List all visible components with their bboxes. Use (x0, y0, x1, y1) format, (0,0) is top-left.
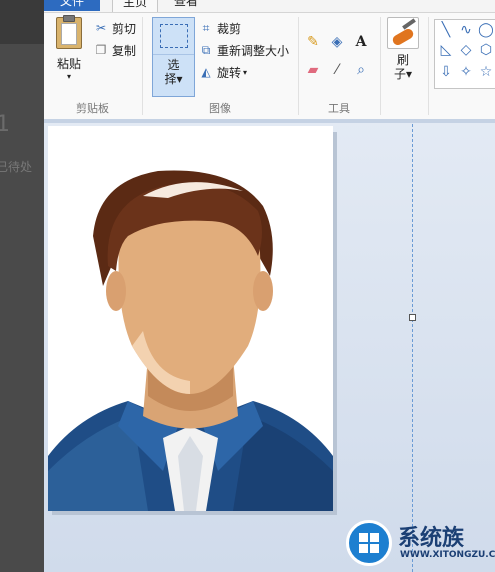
clipboard-group: 粘贴 ▾ ✂ 剪切 ❐ 复制 剪贴板 (44, 13, 141, 119)
star4-shape-icon[interactable]: ✧ (458, 64, 474, 80)
fill-bucket-icon[interactable]: ◈ (328, 33, 346, 51)
clipboard-icon (56, 15, 82, 49)
star5-shape-icon[interactable]: ☆ (478, 64, 494, 80)
rotate-button[interactable]: ◭ 旋转 ▾ (199, 63, 247, 81)
cut-label: 剪切 (112, 21, 137, 36)
brush-icon (387, 17, 419, 49)
oval-shape-icon[interactable]: ◯ (478, 22, 494, 38)
clipboard-group-label: 剪贴板 (76, 102, 109, 115)
brushes-label-top: 刷 (396, 53, 409, 67)
text-tool-icon[interactable]: A (352, 33, 370, 51)
crop-button[interactable]: ⌗ 裁剪 (199, 19, 241, 37)
eraser-icon[interactable]: ▰ (304, 61, 322, 79)
background-window: 1 已待处 (0, 0, 44, 572)
chevron-down-icon: ▾ (66, 72, 71, 81)
ruler-strip (44, 119, 495, 123)
paste-label: 粘贴 (56, 57, 81, 71)
curve-shape-icon[interactable]: ∿ (458, 22, 474, 38)
copy-label: 复制 (112, 43, 137, 58)
cut-button[interactable]: ✂ 剪切 (94, 19, 136, 37)
select-button[interactable]: 选 择▾ (152, 17, 195, 97)
color-picker-icon[interactable]: ⁄ (328, 61, 346, 79)
drawing-canvas[interactable] (48, 126, 333, 511)
tools-grid: ✎ ◈ A ▰ ⁄ ⌕ (304, 29, 376, 83)
line-shape-icon[interactable]: ╲ (438, 22, 454, 38)
rotate-icon: ◭ (201, 65, 211, 79)
magnifier-icon[interactable]: ⌕ (352, 61, 370, 79)
windows-logo-icon (346, 520, 392, 566)
watermark-title: 系统族 (398, 526, 465, 551)
canvas-resize-guide (412, 124, 413, 572)
background-strip (0, 0, 44, 44)
tools-group-label: 工具 (328, 102, 350, 115)
selection-rectangle-icon (159, 24, 188, 48)
hexagon-shape-icon[interactable]: ⬡ (478, 42, 494, 58)
resize-icon: ⧉ (201, 43, 211, 57)
background-text: 已待处 (0, 160, 33, 174)
resize-button[interactable]: ⧉ 重新调整大小 (199, 41, 289, 59)
copy-icon: ❐ (95, 43, 107, 57)
paste-button[interactable]: 粘贴 ▾ (51, 15, 87, 99)
copy-button[interactable]: ❐ 复制 (94, 41, 136, 59)
ribbon-tab-bar: 文件 主页 查看 (44, 0, 495, 13)
shapes-gallery: ╲ ∿ ◯ ◺ ◇ ⬡ ⇩ ✧ ☆ (434, 19, 495, 89)
rotate-label: 旋转 (217, 65, 242, 80)
scissors-icon: ✂ (95, 21, 107, 35)
canvas-resize-handle[interactable] (409, 314, 416, 321)
watermark: 系统族 WWW.XITONGZU.COM (344, 514, 495, 572)
image-group-label: 图像 (209, 102, 231, 115)
crop-label: 裁剪 (217, 21, 242, 36)
pencil-icon[interactable]: ✎ (304, 33, 322, 51)
group-divider (428, 17, 429, 115)
paint-window: 文件 主页 查看 粘贴 ▾ ✂ 剪切 ❐ 复制 剪贴板 图像 选 择▾ ⌗ 裁剪… (44, 0, 495, 572)
chevron-down-icon: ▾ (243, 67, 248, 77)
brushes-label-bottom: 子▾ (393, 67, 413, 81)
select-label-top: 选 (167, 58, 180, 72)
resize-label: 重新调整大小 (217, 43, 290, 58)
crop-icon: ⌗ (202, 21, 210, 35)
group-divider (380, 17, 381, 115)
triangle-shape-icon[interactable]: ◺ (438, 42, 454, 58)
arrow-down-shape-icon[interactable]: ⇩ (438, 64, 454, 80)
tab-file[interactable]: 文件 (44, 0, 100, 11)
diamond-shape-icon[interactable]: ◇ (458, 42, 474, 58)
ribbon: 粘贴 ▾ ✂ 剪切 ❐ 复制 剪贴板 图像 选 择▾ ⌗ 裁剪 ⧉ 重新调整大小… (44, 12, 495, 120)
watermark-url: WWW.XITONGZU.COM (400, 550, 495, 560)
select-label-bottom: 择▾ (164, 72, 183, 86)
background-heading: 1 (0, 112, 10, 137)
portrait-image (48, 126, 333, 511)
brushes-button[interactable]: 刷 子▾ (384, 17, 422, 99)
tab-view[interactable]: 查看 (164, 0, 208, 10)
